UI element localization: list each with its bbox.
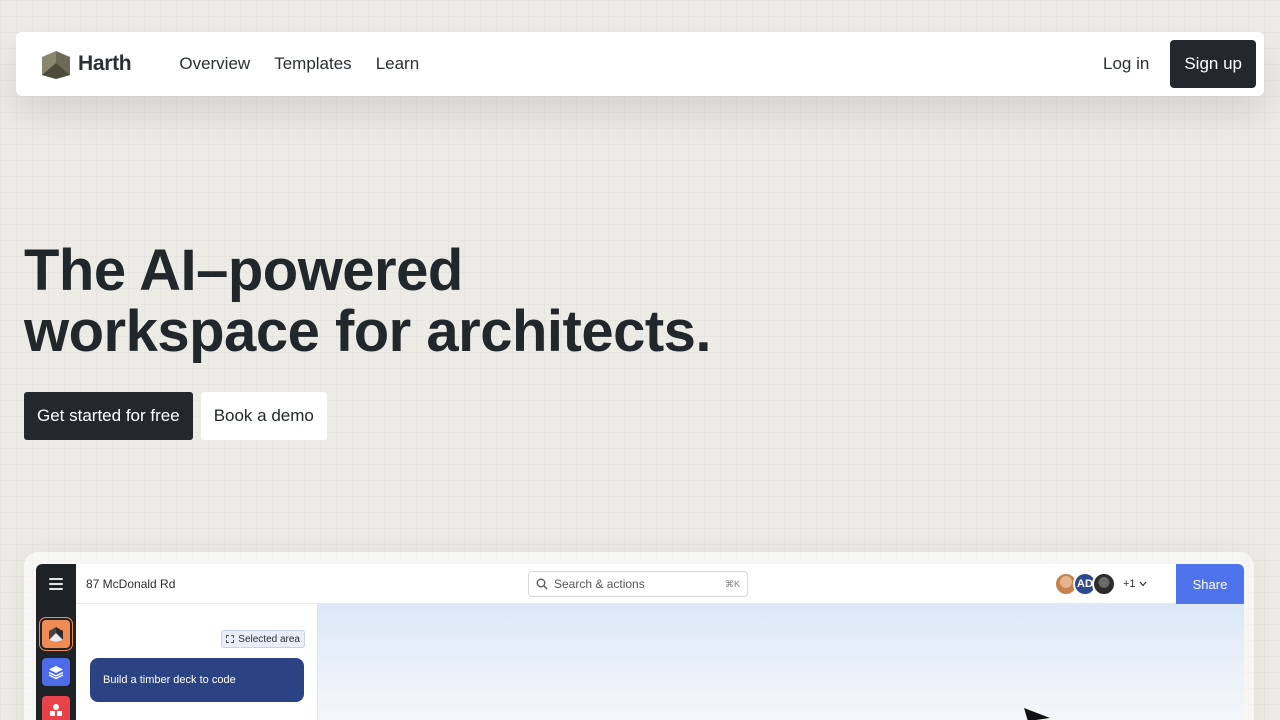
search-placeholder: Search & actions: [554, 577, 645, 591]
rail-button-layers[interactable]: [42, 658, 70, 686]
brand[interactable]: Harth: [40, 49, 132, 79]
app-topbar: 87 McDonald Rd Search & actions ⌘K AD +1…: [76, 564, 1244, 604]
book-demo-button[interactable]: Book a demo: [200, 392, 327, 440]
selected-area-tag[interactable]: Selected area: [221, 630, 305, 648]
hero-cta-row: Get started for free Book a demo: [24, 392, 327, 440]
hero-headline-line-2: workspace for architects.: [24, 299, 712, 364]
login-link[interactable]: Log in: [1103, 54, 1149, 74]
share-button[interactable]: Share: [1176, 564, 1244, 604]
selected-area-label: Selected area: [238, 633, 300, 645]
layers-icon: [48, 666, 64, 680]
search-input[interactable]: Search & actions ⌘K: [528, 571, 748, 597]
search-icon: [536, 578, 548, 590]
collaborators-dropdown[interactable]: +1: [1123, 578, 1147, 590]
nav-link-learn[interactable]: Learn: [376, 54, 419, 74]
nav-links: Overview Templates Learn: [179, 54, 419, 74]
chat-panel: Selected area Build a timber deck to cod…: [76, 604, 318, 720]
chat-message[interactable]: Build a timber deck to code: [90, 658, 304, 702]
nav-actions: Log in Sign up: [1103, 40, 1256, 88]
rail-button-home[interactable]: [42, 620, 70, 648]
rail-button-shapes[interactable]: [42, 696, 70, 720]
brand-name: Harth: [78, 52, 132, 75]
cursor-icon: [1024, 708, 1050, 720]
hero-headline-line-1: The AI–powered: [24, 238, 463, 303]
project-name[interactable]: 87 McDonald Rd: [86, 577, 175, 591]
chevron-down-icon: [1139, 581, 1147, 587]
top-navigation: Harth Overview Templates Learn Log in Si…: [16, 32, 1264, 96]
hero-headline: The AI–powered workspace for architects.: [24, 238, 712, 364]
collaborator-avatars[interactable]: AD +1: [1054, 572, 1147, 596]
avatar[interactable]: [1092, 572, 1116, 596]
nav-link-templates[interactable]: Templates: [274, 54, 351, 74]
shapes-icon: [50, 704, 62, 716]
design-canvas[interactable]: [318, 604, 1244, 720]
get-started-button[interactable]: Get started for free: [24, 392, 193, 440]
extra-collaborators-count: +1: [1123, 578, 1136, 590]
app-tool-rail: [36, 564, 76, 720]
search-shortcut: ⌘K: [724, 578, 740, 589]
home-icon: [49, 627, 63, 642]
signup-button[interactable]: Sign up: [1170, 40, 1256, 88]
app-preview: 87 McDonald Rd Search & actions ⌘K AD +1…: [36, 564, 1244, 720]
nav-link-overview[interactable]: Overview: [179, 54, 250, 74]
menu-icon[interactable]: [49, 578, 63, 590]
harth-logo-icon: [42, 51, 70, 79]
selection-icon: [226, 635, 235, 643]
